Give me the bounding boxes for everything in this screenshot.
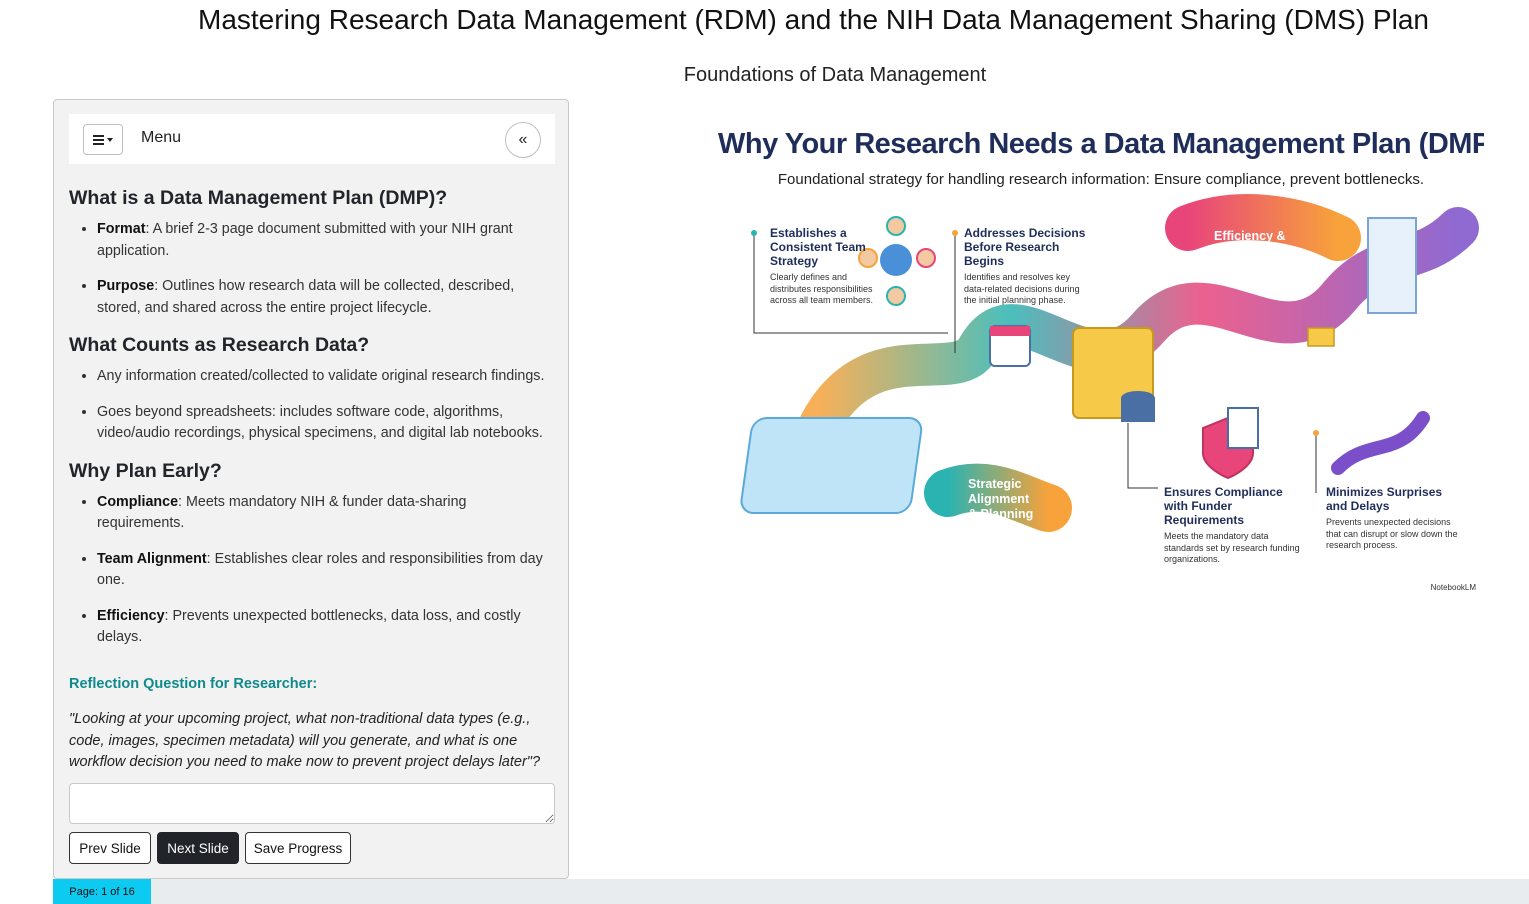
callout-team: Establishes a Consistent Team Strategy C… xyxy=(770,226,882,307)
item-term: Efficiency xyxy=(97,607,165,624)
callout-heading: Addresses Decisions Before Research Begi… xyxy=(964,226,1086,268)
callout-heading: Ensures Compliance with Funder Requireme… xyxy=(1164,485,1283,527)
document-icon xyxy=(1227,407,1259,449)
callout-desc: Prevents unexpected decisions that can d… xyxy=(1326,517,1458,550)
item-term: Purpose xyxy=(97,278,155,294)
menu-label: Menu xyxy=(141,129,182,146)
notebooklm-brand: NotebookLM xyxy=(1430,583,1476,592)
road-icon xyxy=(1331,411,1430,475)
callout-desc: Meets the mandatory data standards set b… xyxy=(1164,531,1300,564)
digital-table xyxy=(740,417,923,514)
wave-label-efficiency: Efficiency & Regulatory Compliance xyxy=(1214,229,1286,273)
item-text: : A brief 2-3 page document submitted wi… xyxy=(97,221,513,259)
door-icon xyxy=(1367,217,1417,314)
list-item: Purpose: Outlines how research data will… xyxy=(97,276,555,319)
infographic-title: Why Your Research Needs a Data Managemen… xyxy=(718,128,1484,160)
caret-down-icon xyxy=(107,137,113,142)
content-panel: Menu « What is a Data Management Plan (D… xyxy=(53,99,569,879)
item-term: Compliance xyxy=(97,493,179,510)
hamburger-icon xyxy=(93,134,104,145)
menu-toggle-button[interactable] xyxy=(83,124,123,155)
list-item: Format: A brief 2-3 page document submit… xyxy=(97,219,555,262)
reflection-question: "Looking at your upcoming project, what … xyxy=(69,711,541,770)
list-item: Compliance: Meets mandatory NIH & funder… xyxy=(97,492,555,535)
dmp-infographic: Why Your Research Needs a Data Managemen… xyxy=(718,98,1484,598)
status-bar: Page: 1 of 16 xyxy=(53,879,1529,904)
slide-title: Foundations of Data Management xyxy=(683,64,987,86)
slide-content: What is a Data Management Plan (DMP)? Fo… xyxy=(69,186,555,663)
section-heading: Why Plan Early? xyxy=(69,459,222,482)
callout-decisions: Addresses Decisions Before Research Begi… xyxy=(964,226,1089,307)
team-hub-icon xyxy=(880,244,912,276)
list-item: Team Alignment: Establishes clear roles … xyxy=(97,549,555,592)
callout-desc: Clearly defines and distributes responsi… xyxy=(770,272,874,305)
reflection-answer-input[interactable] xyxy=(69,783,555,824)
infographic-subtitle: Foundational strategy for handling resea… xyxy=(777,171,1425,188)
wave-label-strategic: Strategic Alignment & Planning xyxy=(968,477,1034,521)
item-text: : Outlines how research data will be col… xyxy=(97,278,515,316)
page-title: Mastering Research Data Management (RDM)… xyxy=(198,4,1429,35)
next-slide-button[interactable]: Next Slide xyxy=(157,832,239,864)
section-list: Any information created/collected to val… xyxy=(69,366,555,445)
save-progress-button[interactable]: Save Progress xyxy=(245,832,351,864)
callout-surprises: Minimizes Surprises and Delays Prevents … xyxy=(1326,485,1461,552)
section-list: Compliance: Meets mandatory NIH & funder… xyxy=(69,492,555,649)
item-term: Format xyxy=(97,221,146,237)
menu-bar: Menu « xyxy=(69,114,555,164)
list-item: Goes beyond spreadsheets: includes softw… xyxy=(97,402,555,445)
envelope-icon xyxy=(1307,327,1335,347)
page-indicator: Page: 1 of 16 xyxy=(53,879,151,904)
callout-desc: Identifies and resolves key data-related… xyxy=(964,272,1080,305)
section-list: Format: A brief 2-3 page document submit… xyxy=(69,219,555,319)
item-term: Team Alignment xyxy=(97,550,207,567)
list-item: Any information created/collected to val… xyxy=(97,366,555,388)
collapse-panel-button[interactable]: « xyxy=(505,122,541,158)
callout-heading: Establishes a Consistent Team Strategy xyxy=(770,226,866,268)
callout-compliance: Ensures Compliance with Funder Requireme… xyxy=(1164,485,1304,566)
item-text: Any information created/collected to val… xyxy=(97,368,545,384)
reflection-label: Reflection Question for Researcher: xyxy=(69,676,318,692)
callout-heading: Minimizes Surprises and Delays xyxy=(1326,485,1443,513)
section-heading: What Counts as Research Data? xyxy=(69,334,370,356)
section-heading: What is a Data Management Plan (DMP)? xyxy=(69,187,448,209)
item-text: Goes beyond spreadsheets: includes softw… xyxy=(97,403,543,442)
list-item: Efficiency: Prevents unexpected bottlene… xyxy=(97,606,555,649)
prev-slide-button[interactable]: Prev Slide xyxy=(69,832,151,864)
